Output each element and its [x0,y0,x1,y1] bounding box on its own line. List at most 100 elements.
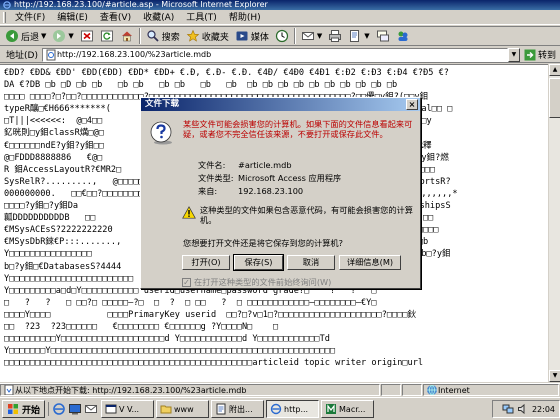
menu-help[interactable]: 帮助(H) [223,11,267,25]
back-dropdown-icon[interactable]: ▼ [41,32,46,40]
dialog-warning-text: 这种类型的文件如果包含恶意代码，有可能会损害您的计算机。 [200,205,413,225]
start-label: 开始 [22,405,41,416]
taskbar-item-label: http... [284,404,309,414]
address-dropdown[interactable]: ▼ [507,47,520,62]
quick-launch [48,402,98,416]
quick-launch-ie-icon[interactable] [52,402,66,416]
status-zone-cell: Internet [423,384,559,396]
vertical-scrollbar[interactable]: ▲ ▼ [548,64,560,382]
refresh-button[interactable] [97,27,117,45]
dialog-question: 您想要打开文件还是将它保存到您的计算机? [183,238,343,248]
scroll-down-arrow-icon[interactable]: ▼ [549,370,560,382]
status-progress-cell [381,384,401,396]
file-info: 文件名: #article.mdb 文件类型: Microsoft Access… [198,159,341,198]
checkbox-checked-icon[interactable]: ✓ [182,277,191,287]
file-source-value: 192.168.23.100 [238,186,304,196]
discuss-icon [376,30,389,42]
search-icon [147,30,159,42]
taskbar-item-label: V V... [119,404,140,414]
edit-dropdown-icon[interactable]: ▼ [364,32,369,40]
quick-launch-desktop-icon[interactable] [68,402,82,416]
history-clock-icon [275,29,288,43]
cancel-button[interactable]: 取消 [287,255,335,270]
taskbar-item-label: 附出... [229,404,253,414]
search-button[interactable]: 搜索 [143,27,183,45]
print-icon [329,30,342,42]
file-download-dialog: 文件下载 × 某些文件可能会损害您的计算机。如果下面的文件信息看起来可疑，或者您… [140,97,421,289]
status-bar: 从以下地点开始下载: http://192.168.23.100/%23arti… [0,383,560,396]
window-titlebar[interactable]: http://192.168.23.100/#article.asp - Mic… [0,0,560,10]
menubar-grip[interactable] [3,12,6,23]
go-label: 转到 [537,51,556,61]
history-button[interactable] [272,27,292,45]
clock[interactable]: 22:04 [532,405,555,414]
downloading-page-icon [4,385,14,395]
taskbar-item-fuchu[interactable]: 附出... [211,400,265,418]
internet-explorer-icon [270,403,282,415]
file-info-row: 文件类型: Microsoft Access 应用程序 [198,172,341,185]
volume-icon[interactable] [517,403,529,415]
favorites-button[interactable]: 收藏夹 [183,27,232,45]
back-arrow-icon [6,30,18,42]
go-button[interactable]: 转到 [520,48,560,61]
home-button[interactable] [117,27,137,45]
discuss-button[interactable] [373,27,393,45]
stop-icon [80,30,93,42]
file-type-label: 文件类型: [198,173,234,183]
save-button[interactable]: 保存(S) [233,254,284,271]
back-label: 后退 [21,32,40,43]
file-name-label: 文件名: [198,160,226,170]
taskbar-item-vv[interactable]: V V... [101,400,155,418]
toolbar-separator [293,28,296,44]
taskbar-item-http[interactable]: http... [266,400,320,418]
standard-toolbar: 后退 ▼ ▼ 搜索 收藏夹 媒体 ▼ ▼ [0,26,560,46]
address-label: 地址(D) [6,51,38,61]
always-ask-checkbox[interactable]: ✓ 在打开这种类型的文件前始终询问(W) [182,276,331,288]
menu-favorites[interactable]: 收藏(A) [137,11,180,25]
content-line: □ ? ? □ □□?□ □□□□□—?□ □ ? □ □□ ? □ □□□□□… [4,297,377,308]
close-icon: × [408,100,416,109]
menu-tools[interactable]: 工具(T) [180,11,223,25]
edit-button[interactable]: ▼ [345,27,372,45]
taskbar-item-macr[interactable]: Macr... [321,400,375,418]
edit-document-icon [350,30,360,42]
page-icon [46,49,56,60]
messenger-icon [398,31,408,41]
messenger-button[interactable] [393,27,413,45]
mail-button[interactable]: ▼ [298,27,325,45]
file-info-row: 来自: 192.168.23.100 [198,185,341,198]
file-type-value: Microsoft Access 应用程序 [238,173,342,183]
content-line: €ĐD? €ĐD& €ĐD' €ĐD(€ĐD) €ĐD* €ĐD+ €.Đ, €… [4,68,449,78]
stop-button[interactable] [77,27,97,45]
start-button[interactable]: 开始 [2,400,46,418]
dialog-titlebar[interactable]: 文件下载 × [141,98,420,111]
menu-view[interactable]: 查看(V) [94,11,137,25]
address-input[interactable]: http://192.168.23.100/%23article.mdb [41,47,508,62]
content-line: □□□□□□□□□□□□□□□□□□□□□□□□□□□□□□□□□□□□□□□□… [4,358,424,369]
question-icon [150,121,172,145]
content-line: DA €?DB □b □D □b □b □b □b □b □b □b □b □b… [4,80,398,91]
menu-file[interactable]: 文件(F) [9,11,51,25]
taskbar-item-www[interactable]: www [156,400,210,418]
mail-dropdown-icon[interactable]: ▼ [317,32,322,40]
media-button[interactable]: 媒体 [232,27,272,45]
status-text-cell: 从以下地点开始下载: http://192.168.23.100/%23arti… [0,384,380,396]
network-icon[interactable] [502,403,514,415]
file-source-label: 来自: [198,186,218,196]
details-button[interactable]: 详细信息(M) [339,255,401,270]
menu-edit[interactable]: 编辑(E) [51,11,94,25]
quick-launch-outlook-icon[interactable] [84,402,98,416]
back-button[interactable]: 后退 ▼ [2,27,49,45]
scroll-thumb[interactable] [549,78,560,118]
print-button[interactable] [325,27,345,45]
open-button[interactable]: 打开(O) [182,255,230,270]
dialog-title: 文件下载 [145,99,180,109]
forward-dropdown-icon[interactable]: ▼ [68,32,73,40]
internet-explorer-icon [3,1,11,9]
dialog-close-button[interactable]: × [406,99,418,110]
dialog-message: 某些文件可能会损害您的计算机。如果下面的文件信息看起来可疑，或者您不完全信任该来… [183,119,413,139]
windows-logo-icon [8,404,18,414]
taskbar-item-label: Macr... [339,404,366,414]
scroll-up-arrow-icon[interactable]: ▲ [549,64,560,76]
forward-button[interactable]: ▼ [49,27,76,45]
